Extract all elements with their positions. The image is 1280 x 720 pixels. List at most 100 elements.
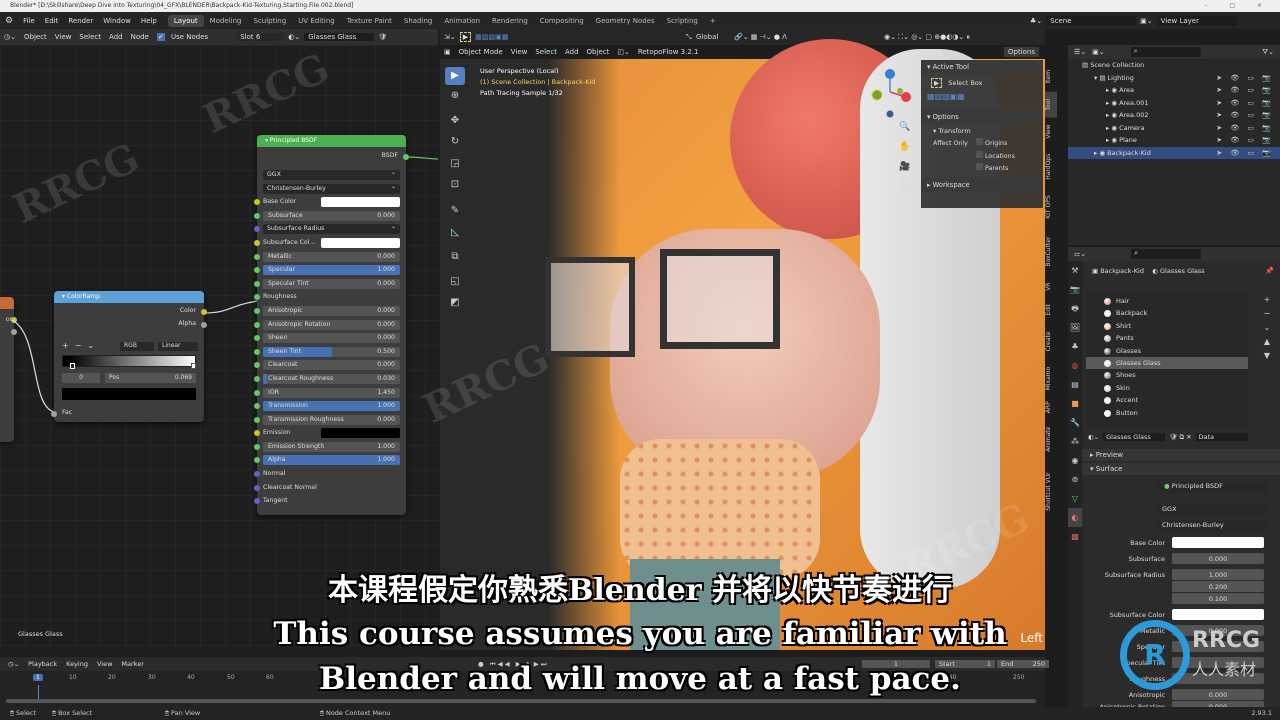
npanel-tab-animate[interactable]: Animate xyxy=(1045,420,1057,459)
input-socket[interactable] xyxy=(254,416,260,423)
layer-icon[interactable]: ▣⌄ xyxy=(1140,17,1152,25)
properties-editor-type-icon[interactable]: ⚏⌄ xyxy=(1074,250,1086,258)
colorramp-node[interactable]: ▾ ColorRamp Color Alpha +−⌄ RGB Linear 0… xyxy=(51,291,207,422)
fake-user-icon[interactable]: 🛡 xyxy=(374,33,391,41)
bsdf-input-anisotropic[interactable]: Anisotropic 0.000 xyxy=(254,304,406,318)
tool-select-box[interactable]: ▶ xyxy=(445,67,465,85)
input-socket[interactable] xyxy=(254,321,260,328)
outliner-item-plane[interactable]: ▸ ◉ Plane ➤ 👁 ▭ 📷 xyxy=(1068,134,1280,147)
visibility-toggles[interactable]: ➤ 👁 ▭ 📷 xyxy=(1216,97,1274,110)
options-header[interactable]: ▾ Options xyxy=(921,110,1043,124)
material-slot-button[interactable]: Button xyxy=(1086,407,1248,419)
input-socket[interactable] xyxy=(254,253,260,260)
colorramp-header[interactable]: ▾ ColorRamp xyxy=(54,291,204,303)
tool-annotate-icon[interactable]: ✎ xyxy=(445,202,465,220)
blender-logo-icon[interactable]: ⚙ xyxy=(0,16,18,26)
orientation-dropdown[interactable]: Global xyxy=(692,33,722,41)
value-slider[interactable]: Anisotropic 0.000 xyxy=(263,305,400,316)
window-controls[interactable]: – □ × xyxy=(1204,0,1272,12)
npanel-tab-hardops[interactable]: HardOps xyxy=(1045,147,1057,186)
value-slider[interactable]: Specular Tint 0.000 xyxy=(263,278,400,289)
tab-render-icon[interactable]: 📷 xyxy=(1068,280,1082,299)
input-socket[interactable] xyxy=(254,348,260,355)
viewport-menu-object[interactable]: Object xyxy=(583,48,614,56)
material-slot-accent[interactable]: Accent xyxy=(1086,394,1248,406)
outliner-item-camera[interactable]: ▸ ◉ Camera ➤ 👁 ▭ 📷 xyxy=(1068,122,1280,135)
npanel-tab-shortcut-vur[interactable]: Shortcut VUr xyxy=(1045,461,1057,522)
principled-bsdf-node[interactable]: ▾ Principled BSDF BSDF GGX Christensen-B… xyxy=(254,135,409,515)
remove-slot-button[interactable]: − xyxy=(1262,307,1272,321)
object-mode-dropdown[interactable]: Object xyxy=(20,33,51,41)
viewport-menu-select[interactable]: Select xyxy=(531,48,561,56)
surface-panel-header[interactable]: ▾ Surface xyxy=(1082,463,1280,475)
subsurface-method-dropdown[interactable]: Christensen-Burley xyxy=(263,182,400,194)
npanel-tab-arp[interactable]: ARP xyxy=(1045,397,1057,418)
tab-data-icon[interactable]: ▽ xyxy=(1068,489,1082,508)
options-dropdown[interactable]: Options xyxy=(1003,47,1039,57)
visibility-toggles[interactable]: ➤ 👁 ▭ 📷 xyxy=(1216,72,1274,85)
display-mode-icon[interactable]: ☰⌄ xyxy=(1074,48,1086,56)
color-swatch[interactable] xyxy=(321,428,400,439)
colorramp-gradient[interactable] xyxy=(62,355,196,367)
workspace-tab-shading[interactable]: Shading xyxy=(398,15,438,27)
value-slider[interactable]: Transmission Roughness 0.000 xyxy=(263,414,400,425)
zoom-icon[interactable]: 🔍 xyxy=(897,117,913,137)
bsdf-input-base-color[interactable]: Base Color xyxy=(254,195,406,209)
workspace-tab-animation[interactable]: Animation xyxy=(438,15,486,27)
expand-arrow-icon[interactable]: ▸ ◉ xyxy=(1106,124,1119,132)
npanel-tab-mixamo[interactable]: Mixamo xyxy=(1045,361,1057,395)
bsdf-input-subsurface-col-[interactable]: Subsurface Col... xyxy=(254,236,406,250)
colorramp-add-remove-buttons[interactable]: +−⌄ xyxy=(62,341,100,350)
workspace-tab-compositing[interactable]: Compositing xyxy=(534,15,590,27)
input-socket[interactable] xyxy=(254,389,260,396)
viewport-menu-add[interactable]: Add xyxy=(561,48,583,56)
workspace-tab-rendering[interactable]: Rendering xyxy=(486,15,534,27)
property-value[interactable]: 0.000 xyxy=(1172,553,1264,564)
bsdf-input-normal[interactable]: Normal xyxy=(254,467,406,481)
value-slider[interactable]: Clearcoat 0.000 xyxy=(263,360,400,371)
active-tool-row[interactable]: ▶ Select Box xyxy=(921,74,1043,92)
workspace-tab-geometry-nodes[interactable]: Geometry Nodes xyxy=(590,15,661,27)
surface-sss-dropdown[interactable]: Christensen-Burley xyxy=(1158,521,1268,532)
gizmo-dropdown[interactable]: ◰⌄ xyxy=(613,48,633,56)
pan-hand-icon[interactable]: ✋ xyxy=(897,137,913,157)
tool-cursor-icon[interactable]: ⊕ xyxy=(445,87,465,105)
active-tool-header[interactable]: ▾ Active Tool xyxy=(921,60,1043,74)
value-slider[interactable]: IOR 1.450 xyxy=(263,387,400,398)
surface-shader-selector[interactable]: ● Principled BSDF xyxy=(1158,482,1268,493)
value-slider[interactable]: Anisotropic Rotation 0.000 xyxy=(263,319,400,330)
bsdf-output-socket[interactable] xyxy=(403,154,409,160)
grid-view-icon[interactable]: ▦ xyxy=(897,177,913,197)
snap-icons[interactable]: 🔗⌄ ▦ ⊣⌄ ● Λ xyxy=(730,33,791,41)
tab-material-icon[interactable]: ◐ xyxy=(1068,508,1082,527)
input-socket[interactable] xyxy=(254,212,260,219)
npanel-tab-create[interactable]: Create xyxy=(1045,324,1057,358)
npanel-tab-edit[interactable]: Edit xyxy=(1045,297,1057,323)
retopoflow-menu[interactable]: RetopoFlow 3.2.1 xyxy=(634,48,703,56)
workspace-tab-add[interactable]: + xyxy=(704,15,722,27)
object-mode-dropdown[interactable]: Object Mode xyxy=(455,48,507,56)
tab-object-icon[interactable]: ■ xyxy=(1068,394,1082,413)
bsdf-input-specular[interactable]: Specular 1.000 xyxy=(254,263,406,277)
scene-icon[interactable]: ♣⌄ xyxy=(1030,17,1042,25)
outliner-item-backpack-kid[interactable]: ▸ ◉ Backpack-Kid ➤ 👁 ▭ 📷 xyxy=(1068,146,1280,159)
tab-particles-icon[interactable]: ⁂ xyxy=(1068,432,1082,451)
material-browse-icon[interactable]: ◐⌄ xyxy=(1088,433,1099,441)
bsdf-input-roughness[interactable]: Roughness xyxy=(254,290,406,304)
colorramp-alpha-socket[interactable] xyxy=(201,322,207,328)
bsdf-header[interactable]: ▾ Principled BSDF xyxy=(257,135,406,147)
preview-panel-header[interactable]: ▸ Preview xyxy=(1082,449,1280,461)
use-nodes-checkbox[interactable]: ✓ Use Nodes xyxy=(153,33,216,41)
add-slot-button[interactable]: + xyxy=(1262,293,1272,307)
npanel-tab-view[interactable]: View xyxy=(1045,119,1057,145)
bsdf-input-emission-strength[interactable]: Emission Strength 1.000 xyxy=(254,440,406,454)
material-name-field[interactable]: Glasses Glass xyxy=(1103,433,1166,441)
node-menu-select[interactable]: Select xyxy=(75,33,105,41)
menu-render[interactable]: Render xyxy=(63,17,98,25)
outliner-item-lighting[interactable]: ▾ ▤ Lighting ➤ 👁 ▭ 📷 xyxy=(1068,72,1280,85)
filter-icon[interactable]: ⛛⌄ xyxy=(1262,48,1274,57)
material-slot-shirt[interactable]: Shirt xyxy=(1086,320,1248,332)
workspace-tab-scripting[interactable]: Scripting xyxy=(661,15,704,27)
tool-transform-icon[interactable]: ⊡ xyxy=(445,176,465,194)
value-slider[interactable]: Metallic 0.000 xyxy=(263,251,400,262)
